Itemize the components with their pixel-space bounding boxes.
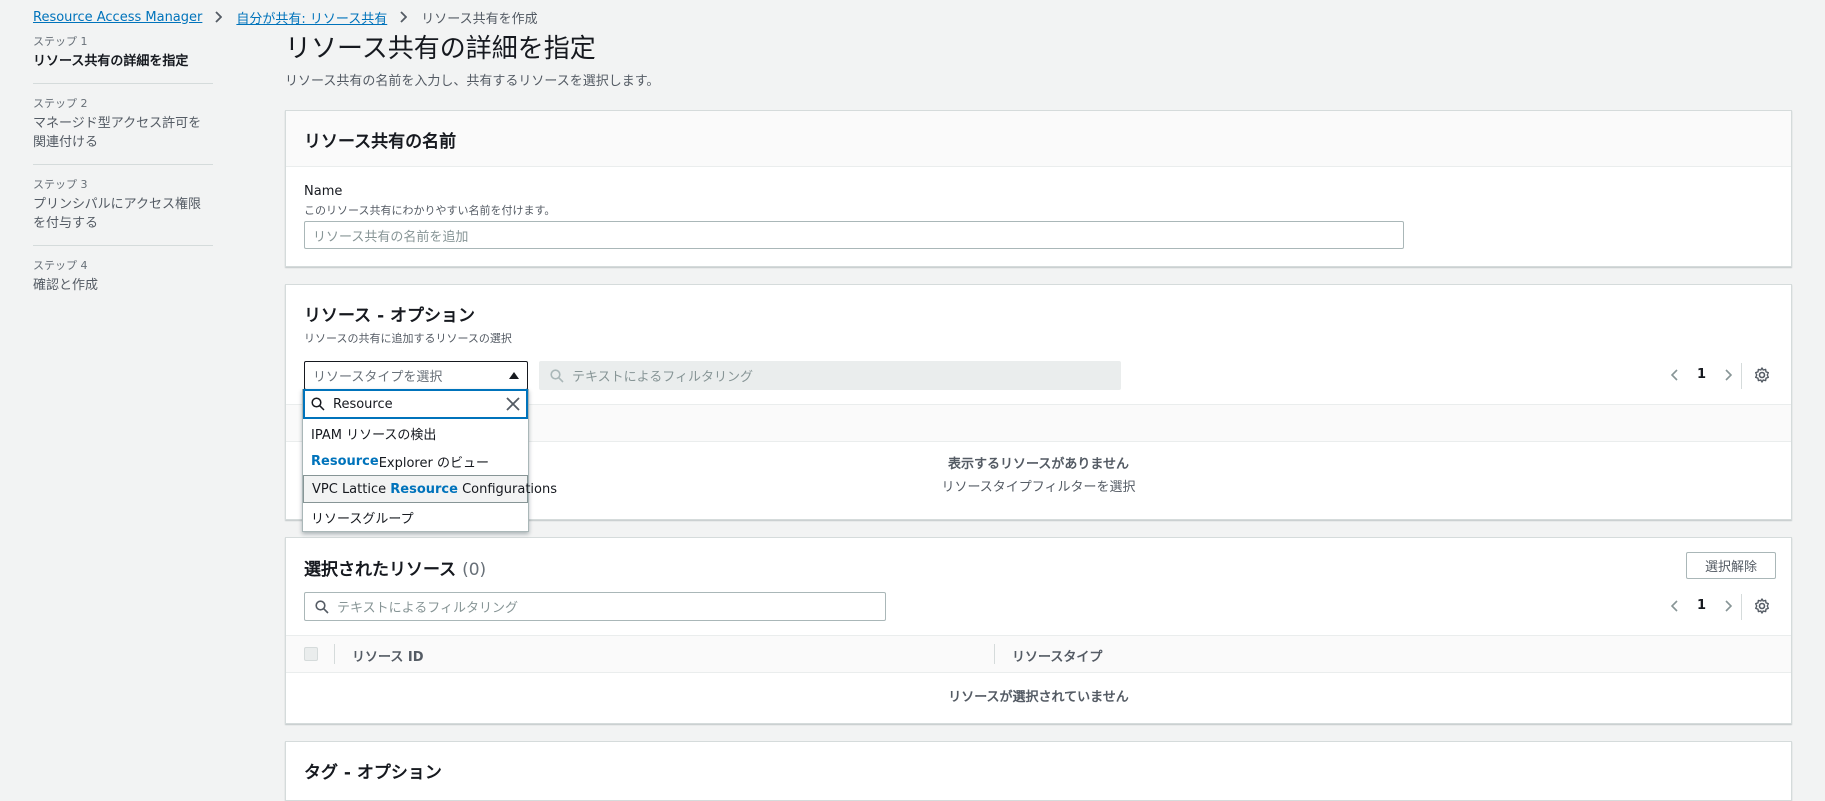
pagination-divider — [1741, 594, 1742, 620]
resources-filter-placeholder: テキストによるフィルタリング — [572, 370, 753, 385]
name-panel: リソース共有の名前 Name このリソース共有にわかりやすい名前を付けます。 リ… — [285, 110, 1792, 267]
resource-type-search-input[interactable]: Resource — [303, 389, 528, 419]
step-number: ステップ 3 — [33, 178, 88, 191]
chevron-right-icon[interactable] — [1724, 599, 1733, 612]
step-4: ステップ 4 確認と作成 — [33, 258, 213, 307]
column-divider — [334, 644, 335, 664]
search-icon — [315, 599, 329, 614]
chevron-left-icon[interactable] — [1671, 368, 1679, 381]
selected-filter-placeholder: テキストによるフィルタリング — [337, 601, 518, 616]
breadcrumb-link-shared-by-me[interactable]: 自分が共有: リソース共有 — [236, 8, 387, 27]
step-number: ステップ 4 — [33, 259, 88, 272]
selected-table-header: リソース ID リソースタイプ — [286, 635, 1791, 673]
select-all-checkbox[interactable] — [304, 647, 318, 661]
step-3: ステップ 3 プリンシパルにアクセス権限を付与する — [33, 177, 213, 246]
column-header-resource-type[interactable]: リソースタイプ — [1012, 646, 1102, 665]
resource-type-select[interactable]: リソースタイプを選択 — [304, 361, 528, 390]
step-number: ステップ 1 — [33, 35, 88, 48]
step-2: ステップ 2 マネージド型アクセス許可を関連付ける — [33, 96, 213, 165]
resources-panel-description: リソースの共有に追加するリソースの選択 — [304, 332, 512, 345]
dropdown-option[interactable]: VPC Lattice Resource Configurations — [303, 475, 557, 503]
settings-gear-icon[interactable] — [1754, 367, 1770, 383]
option-text: IPAM リソースの検出 — [311, 427, 437, 443]
tags-panel-title: タグ - オプション — [304, 763, 442, 783]
close-icon[interactable] — [506, 397, 520, 411]
breadcrumb-current: リソース共有を作成 — [421, 11, 538, 27]
deselect-button[interactable]: 選択解除 — [1686, 552, 1776, 579]
pagination-divider — [1741, 363, 1742, 389]
name-panel-header: リソース共有の名前 — [286, 111, 1791, 167]
chevron-right-icon — [214, 11, 223, 23]
tags-panel: タグ - オプション — [285, 741, 1792, 801]
step-1: ステップ 1 リソース共有の詳細を指定 — [33, 34, 213, 84]
option-match-highlight: Resource — [311, 453, 379, 469]
step-label: リソース共有の詳細を指定 — [33, 54, 189, 69]
resources-panel-title: リソース - オプション — [304, 306, 476, 326]
dropdown-option[interactable]: Resource Explorer のビュー — [303, 447, 528, 475]
dropdown-option[interactable]: リソースグループ — [303, 503, 528, 531]
search-icon — [311, 397, 325, 411]
search-icon — [550, 368, 564, 383]
resources-page-number[interactable]: 1 — [1697, 367, 1706, 382]
selected-resources-title-text: 選択されたリソース — [304, 560, 457, 580]
option-text: VPC Lattice — [312, 481, 391, 497]
step-number: ステップ 2 — [33, 97, 88, 110]
step-label: 確認と作成 — [33, 278, 99, 293]
column-divider — [994, 644, 995, 664]
resources-pagination: 1 — [1671, 367, 1733, 382]
step-label: プリンシパルにアクセス権限を付与する — [33, 197, 201, 231]
settings-gear-icon[interactable] — [1754, 598, 1770, 614]
resource-share-name-input[interactable]: リソース共有の名前を追加 — [304, 221, 1404, 249]
option-text: Explorer のビュー — [378, 455, 489, 471]
option-text: リソースグループ — [311, 511, 414, 527]
page-subtitle: リソース共有の名前を入力し、共有するリソースを選択します。 — [285, 74, 660, 89]
name-field-label: Name — [304, 184, 343, 199]
chevron-right-icon[interactable] — [1724, 368, 1733, 381]
name-panel-title: リソース共有の名前 — [304, 132, 457, 152]
resources-filter-input[interactable]: テキストによるフィルタリング — [539, 361, 1121, 390]
chevron-right-icon — [399, 11, 408, 23]
caret-up-icon — [509, 371, 519, 379]
dropdown-option[interactable]: IPAM リソースの検出 — [303, 419, 528, 447]
selected-resources-count: (0) — [462, 560, 487, 580]
selected-page-number[interactable]: 1 — [1697, 598, 1706, 613]
breadcrumb: Resource Access Manager 自分が共有: リソース共有 リソ… — [33, 8, 538, 27]
option-match-highlight: Resource — [390, 481, 458, 497]
page-title: リソース共有の詳細を指定 — [285, 34, 596, 64]
selected-resources-title: 選択されたリソース (0) — [304, 555, 486, 580]
selected-pagination: 1 — [1671, 598, 1733, 613]
breadcrumb-link-ram[interactable]: Resource Access Manager — [33, 10, 202, 25]
resource-type-search-value: Resource — [333, 396, 393, 412]
resource-type-select-placeholder: リソースタイプを選択 — [313, 370, 443, 385]
name-field-description: このリソース共有にわかりやすい名前を付けます。 — [304, 204, 556, 217]
column-header-resource-id[interactable]: リソース ID — [352, 646, 424, 665]
resource-type-dropdown: Resource IPAM リソースの検出 Resource Explorer … — [302, 389, 557, 532]
chevron-left-icon[interactable] — [1671, 599, 1679, 612]
selected-resources-panel: 選択されたリソース (0) 選択解除 テキストによるフィルタリング 1 リソース… — [285, 537, 1792, 724]
wizard-steps: ステップ 1 リソース共有の詳細を指定 ステップ 2 マネージド型アクセス許可を… — [33, 34, 213, 319]
option-text: Configurations — [457, 481, 558, 497]
selected-filter-input[interactable]: テキストによるフィルタリング — [304, 592, 886, 621]
selected-empty-message: リソースが選択されていません — [948, 690, 1129, 705]
step-label: マネージド型アクセス許可を関連付ける — [33, 116, 202, 150]
